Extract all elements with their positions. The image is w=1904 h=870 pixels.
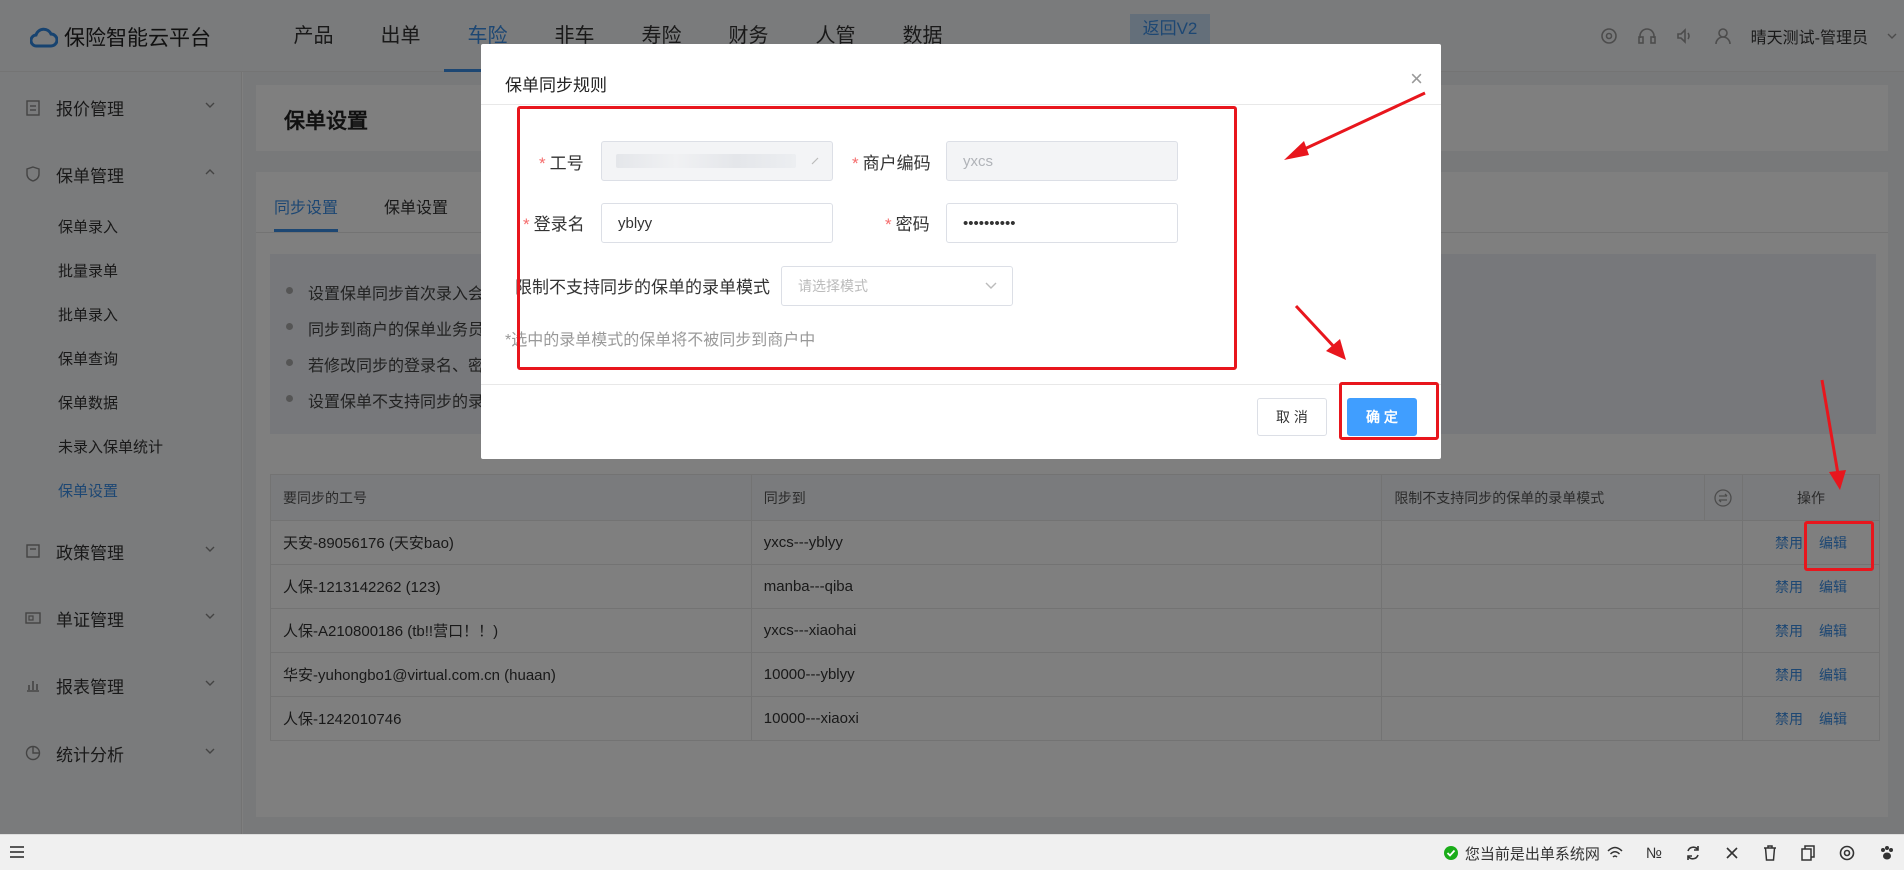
copy-icon[interactable] [1800,844,1816,862]
network-status[interactable]: 您当前是出单系统网 [1443,843,1624,864]
refresh-icon[interactable] [1684,844,1702,862]
close-icon[interactable] [1724,845,1740,861]
annotation-arrow-heads [1284,141,1846,490]
status-bar: 您当前是出单系统网 № [0,834,1904,870]
hamburger-menu-icon[interactable] [8,843,26,861]
wifi-icon [1607,846,1623,858]
annotation-arrow-lines [1294,91,1840,475]
check-circle-icon [1443,846,1458,860]
arrow-to-confirm [1294,304,1339,352]
arrow-to-form [1297,91,1426,154]
paw-icon[interactable] [1878,844,1896,862]
arrowhead-form [1284,141,1309,160]
arrow-to-edit [1820,379,1840,475]
annotation-arrows [1284,91,1846,490]
status-tray: 您当前是出单系统网 № [1443,835,1896,870]
trash-icon[interactable] [1762,844,1778,862]
network-status-text: 您当前是出单系统网 [1464,845,1600,863]
arrowhead-edit [1829,470,1846,490]
gear-icon[interactable] [1838,844,1856,862]
numero-icon[interactable]: № [1646,845,1662,862]
